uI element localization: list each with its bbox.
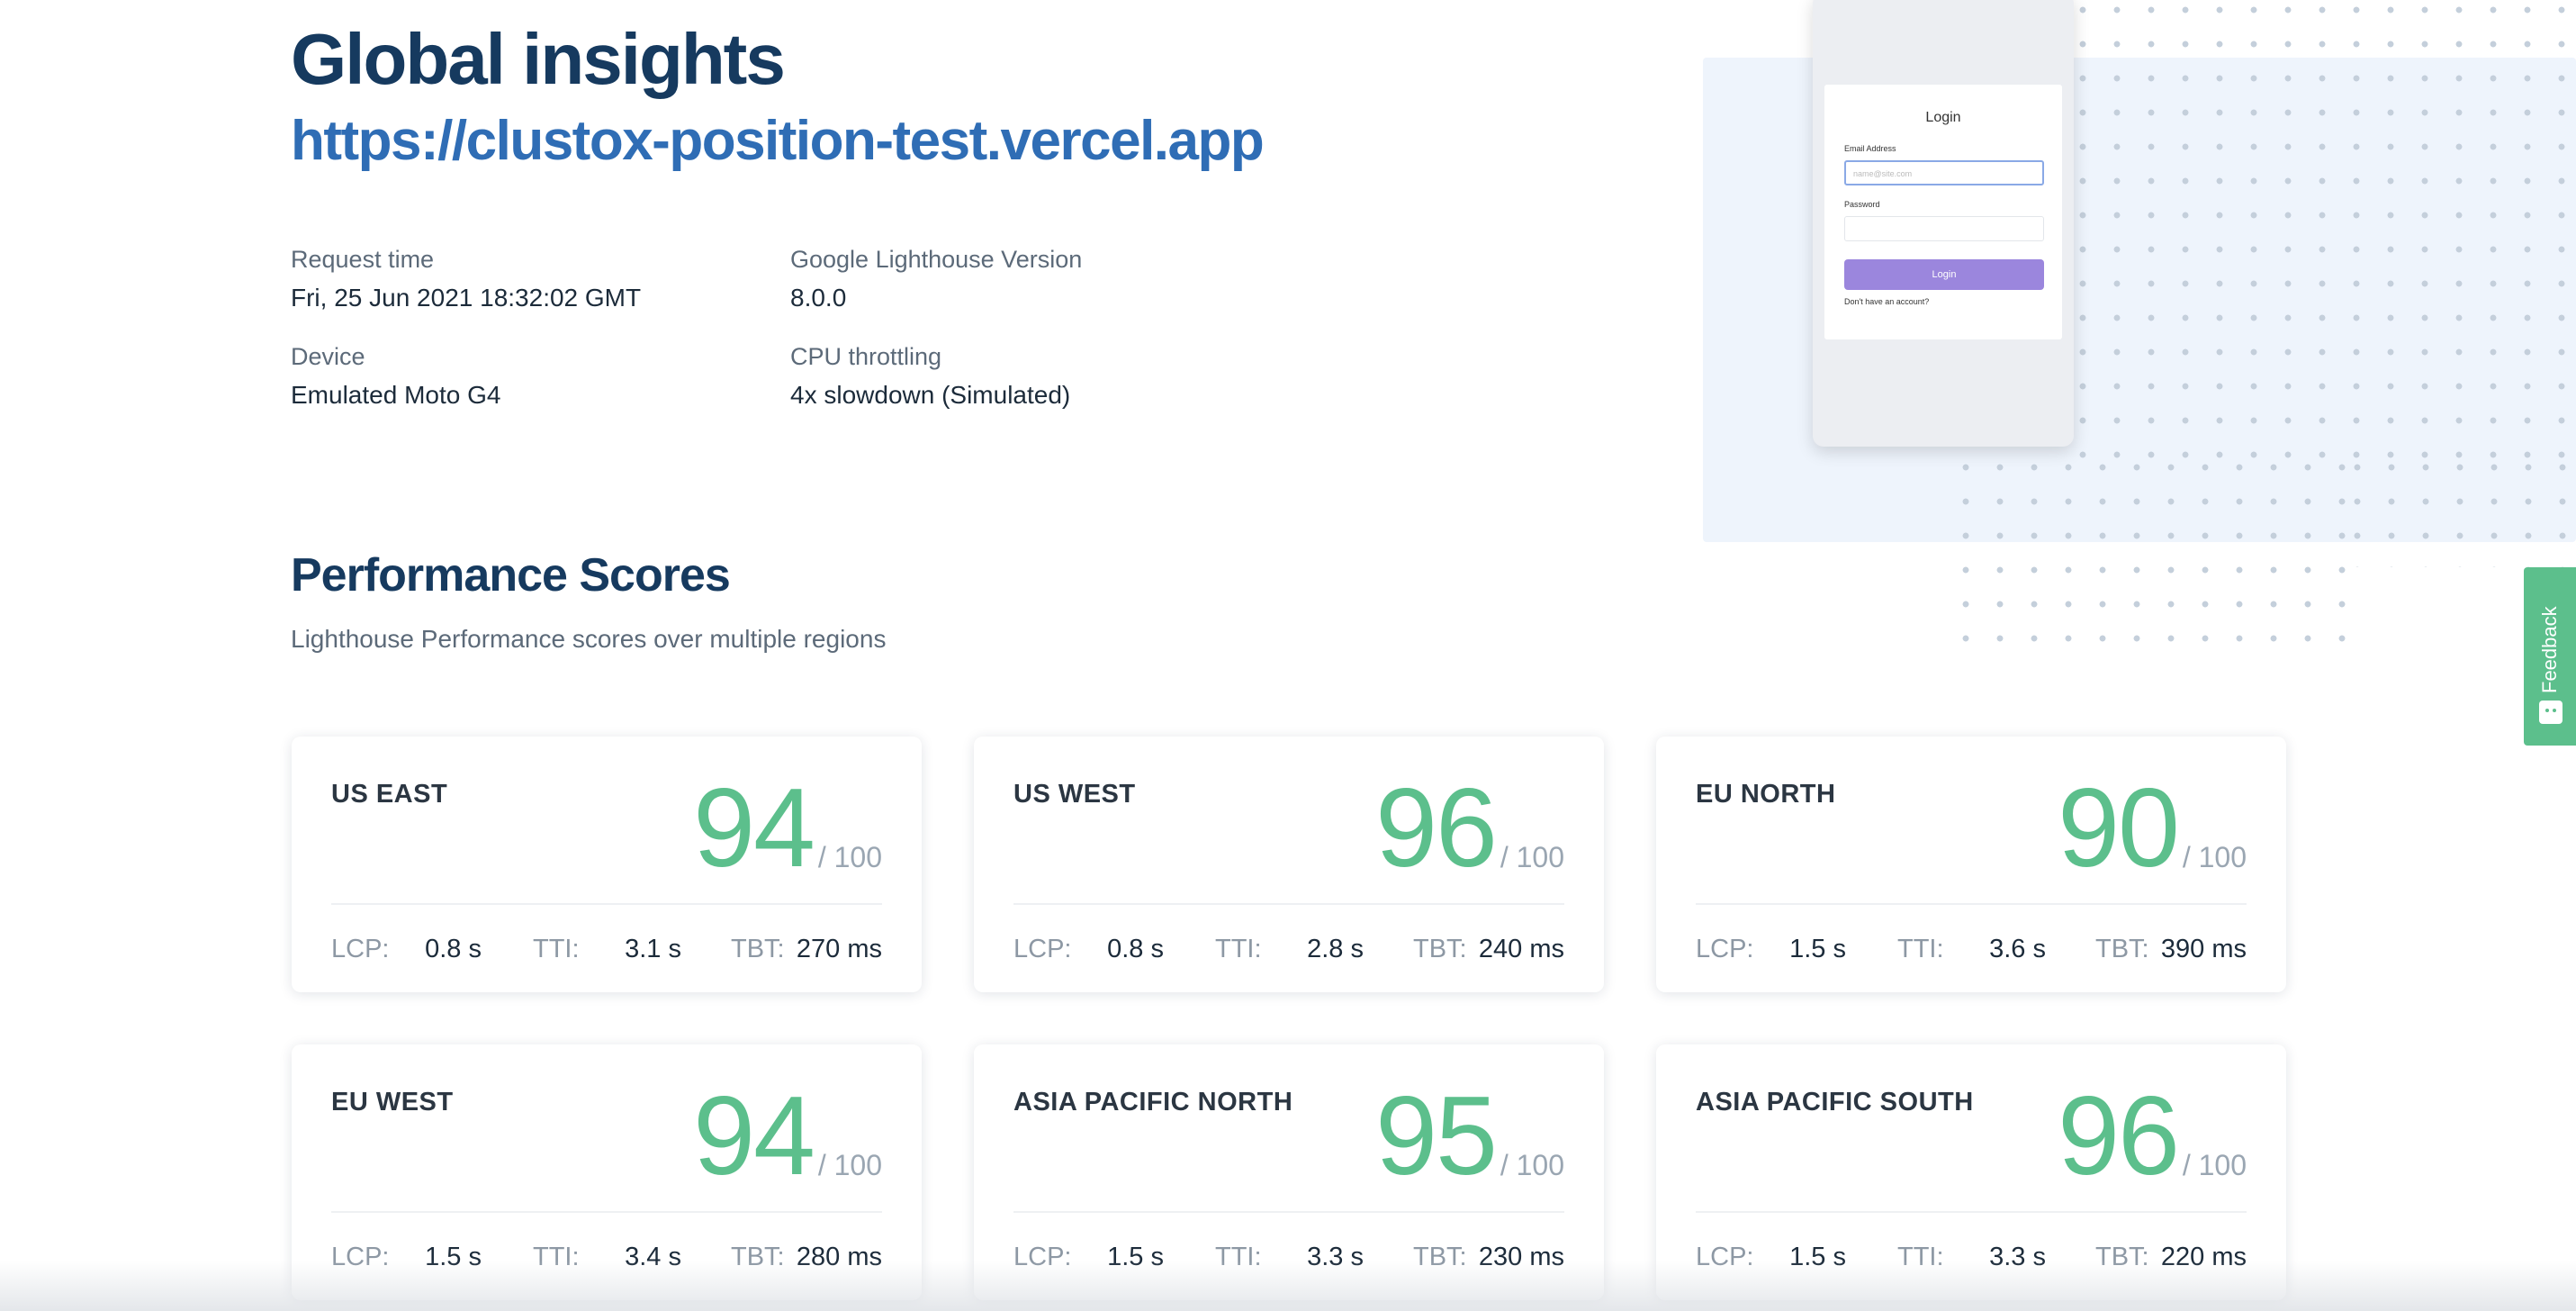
performance-score: 94: [693, 766, 815, 891]
device-value: Emulated Moto G4: [291, 381, 501, 409]
score-max: / 100: [817, 841, 882, 873]
tbt-value: 270 ms: [796, 935, 882, 963]
region-name: EU NORTH: [1696, 780, 1836, 809]
lcp-label: LCP:: [1013, 935, 1072, 963]
tti-value: 3.1 s: [625, 935, 681, 963]
tti-label: TTI:: [1215, 935, 1262, 963]
password-label: Password: [1844, 200, 1880, 209]
score-max: / 100: [2182, 1149, 2247, 1181]
cpu-throttling-label: CPU throttling: [790, 343, 942, 370]
login-button-preview: Login: [1844, 259, 2044, 290]
tbt-label: TBT:: [1413, 935, 1467, 963]
score-card: EU NORTH 90/ 100 LCP: 1.5 s TTI: 3.6 s TBT: 390…: [1656, 737, 2286, 992]
page-title: Global insights: [291, 19, 786, 99]
lcp-value: 1.5 s: [1789, 935, 1846, 963]
score-max: / 100: [2182, 841, 2247, 873]
tti-label: TTI:: [533, 935, 580, 963]
login-form-preview: Login Email Address name@site.com Passwo…: [1824, 85, 2062, 339]
performance-score: 90: [2058, 766, 2180, 891]
card-divider: [331, 903, 882, 905]
tti-label: TTI:: [1897, 935, 1944, 963]
score-card: US EAST 94/ 100 LCP: 0.8 s TTI: 3.1 s TBT: 270 …: [292, 737, 922, 992]
card-divider: [1696, 903, 2247, 905]
lcp-value: 0.8 s: [1107, 935, 1164, 963]
performance-score: 95: [1375, 1074, 1498, 1198]
card-divider: [1696, 1211, 2247, 1213]
cpu-throttling-value: 4x slowdown (Simulated): [790, 381, 1071, 409]
feedback-tab[interactable]: Feedback: [2524, 567, 2576, 746]
request-time-block: Request time Fri, 25 Jun 2021 18:32:02 G…: [291, 248, 641, 311]
decorative-dot-grid: [1949, 450, 2354, 666]
request-time-label: Request time: [291, 246, 435, 273]
tbt-label: TBT:: [2095, 935, 2149, 963]
lcp-label: LCP:: [1696, 935, 1754, 963]
region-name: ASIA PACIFIC SOUTH: [1696, 1088, 1974, 1117]
decorative-dot-grid: [2340, 450, 2576, 567]
region-name: US WEST: [1013, 780, 1136, 809]
score-max: / 100: [817, 1149, 882, 1181]
region-name: ASIA PACIFIC NORTH: [1013, 1088, 1293, 1117]
lighthouse-version-label: Google Lighthouse Version: [790, 246, 1083, 273]
device-label: Device: [291, 343, 365, 370]
tbt-value: 240 ms: [1478, 935, 1564, 963]
lighthouse-version-block: Google Lighthouse Version 8.0.0: [790, 248, 1082, 311]
login-title: Login: [1925, 110, 1961, 125]
smile-icon: [2539, 701, 2562, 724]
tbt-value: 390 ms: [2160, 935, 2247, 963]
lcp-label: LCP:: [331, 935, 390, 963]
performance-score: 96: [1375, 766, 1498, 891]
score-card: US WEST 96/ 100 LCP: 0.8 s TTI: 2.8 s TBT: 240 …: [974, 737, 1604, 992]
bottom-scroll-fade: [0, 1261, 2576, 1311]
section-title: Performance Scores: [291, 549, 731, 601]
request-time-value: Fri, 25 Jun 2021 18:32:02 GMT: [291, 284, 642, 312]
performance-score: 96: [2058, 1074, 2180, 1198]
cpu-throttling-block: CPU throttling 4x slowdown (Simulated): [790, 345, 1070, 408]
score-max: / 100: [1500, 841, 1564, 873]
email-label: Email Address: [1844, 144, 1896, 153]
region-name: EU WEST: [331, 1088, 454, 1117]
performance-score: 94: [693, 1074, 815, 1198]
card-divider: [1013, 1211, 1564, 1213]
lighthouse-version-value: 8.0.0: [790, 284, 847, 312]
device-block: Device Emulated Moto G4: [291, 345, 500, 408]
score-max: / 100: [1500, 1149, 1564, 1181]
tbt-label: TBT:: [731, 935, 785, 963]
region-name: US EAST: [331, 780, 448, 809]
feedback-label: Feedback: [2538, 606, 2561, 693]
email-field-preview: name@site.com: [1844, 160, 2044, 185]
section-subtitle: Lighthouse Performance scores over multi…: [291, 625, 887, 653]
lcp-value: 0.8 s: [425, 935, 482, 963]
card-divider: [1013, 903, 1564, 905]
page-screenshot-preview: Login Email Address name@site.com Passwo…: [1813, 0, 2074, 447]
tti-value: 3.6 s: [1989, 935, 2046, 963]
account-text: Don't have an account?: [1844, 297, 1930, 306]
decorative-dot-grid: [2066, 0, 2576, 468]
card-divider: [331, 1211, 882, 1213]
site-url-link[interactable]: https://clustox-position-test.vercel.app: [291, 113, 1265, 169]
tti-value: 2.8 s: [1307, 935, 1364, 963]
password-field-preview: [1844, 216, 2044, 241]
